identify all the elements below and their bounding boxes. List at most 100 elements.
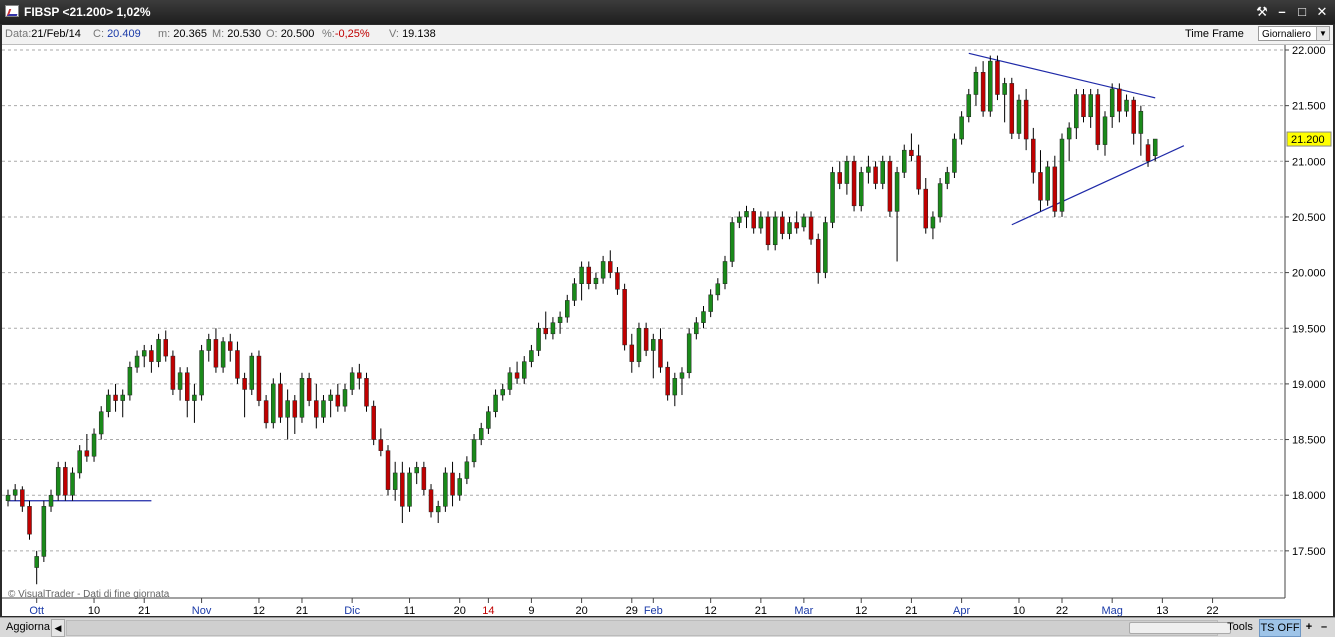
x-tick-label: 21	[755, 605, 767, 616]
maximize-icon[interactable]: □	[1293, 3, 1311, 21]
candle-body	[557, 316, 563, 323]
x-tick-label: 10	[88, 605, 100, 616]
candle-body	[1124, 99, 1129, 112]
candle-body	[220, 341, 226, 368]
x-tick-label: Nov	[192, 605, 212, 616]
candle-body	[77, 450, 82, 474]
y-tick-label: 22.000	[1292, 45, 1326, 57]
ts-off-button[interactable]: TS OFF	[1259, 619, 1301, 637]
candle-body	[722, 261, 728, 284]
candle-body	[945, 172, 950, 184]
candle-body	[873, 166, 878, 184]
candle-body	[543, 328, 548, 335]
tools-icon[interactable]: ⚒	[1253, 3, 1271, 21]
timeframe-value: Giornaliero	[1262, 29, 1311, 40]
candle-body	[5, 494, 11, 502]
candle-body	[787, 222, 792, 234]
min-field: m: 20.365	[158, 28, 207, 40]
candle-body	[866, 166, 871, 173]
chevron-down-icon[interactable]: ▼	[1316, 27, 1329, 40]
candle-body	[1038, 172, 1043, 201]
close-field: C: 20.409	[93, 28, 141, 40]
candle-body	[1066, 127, 1072, 140]
x-tick-label: Mag	[1101, 605, 1122, 616]
x-tick-label: 11	[404, 605, 415, 616]
candle-body	[213, 339, 219, 368]
candle-body	[507, 372, 513, 390]
x-tick-label: 20	[454, 605, 466, 616]
candle-body	[98, 411, 104, 435]
x-tick-label: 12	[855, 605, 867, 616]
zoom-in-button[interactable]: +	[1303, 619, 1315, 635]
candle-body	[737, 216, 742, 223]
candle-body	[521, 361, 527, 379]
candle-body	[995, 60, 1000, 95]
candle-body	[314, 400, 319, 418]
close-icon[interactable]: ✕	[1313, 3, 1331, 21]
candle-body	[170, 355, 176, 390]
candle-body	[1052, 166, 1058, 212]
minimize-icon[interactable]: –	[1273, 3, 1291, 21]
candle-body	[643, 328, 649, 351]
candle-body	[1009, 83, 1015, 134]
candle-body	[34, 556, 39, 568]
candle-body	[708, 294, 713, 312]
candle-body	[1131, 99, 1136, 134]
timeframe-select[interactable]: Giornaliero ▼	[1258, 26, 1330, 41]
candle-body	[701, 311, 706, 323]
x-tick-label: Apr	[953, 605, 970, 616]
candle-body	[378, 439, 384, 451]
date-field: Data:21/Feb/14	[5, 28, 81, 40]
candle-body	[1031, 138, 1036, 173]
candle-body	[1145, 144, 1151, 162]
tools-button[interactable]: Tools	[1225, 619, 1255, 635]
zoom-out-button[interactable]: –	[1318, 619, 1330, 635]
candle-body	[400, 472, 405, 507]
candle-body	[823, 222, 828, 273]
candle-body	[55, 467, 61, 496]
candle-body	[744, 211, 749, 218]
candle-body	[1152, 138, 1158, 156]
price-chart[interactable]: 22.000 21.500 21.000 20.500 20.000 19.500 19.0…	[2, 45, 1333, 616]
x-tick-label: 21	[296, 605, 308, 616]
candle-body	[636, 328, 642, 362]
candle-body	[342, 389, 348, 407]
candle-body	[364, 378, 369, 407]
candle-body	[500, 389, 505, 396]
aggiorna-button[interactable]: Aggiorna	[3, 619, 53, 635]
candle-body	[715, 283, 721, 296]
candle-body	[141, 350, 147, 357]
y-tick-label: 19.500	[1292, 323, 1326, 335]
candle-body	[163, 339, 168, 357]
candle-body	[651, 339, 656, 351]
watermark: © VisualTrader - Dati di fine giornata	[8, 589, 170, 600]
candle-body	[801, 216, 807, 228]
candle-body	[177, 372, 183, 390]
candle-body	[1081, 94, 1086, 118]
x-tick-label: 21	[905, 605, 917, 616]
candle-body	[909, 149, 914, 156]
candle-body	[529, 350, 534, 362]
candle-body	[464, 461, 470, 479]
candle-body	[615, 272, 620, 290]
candle-body	[493, 394, 498, 412]
candle-body	[887, 161, 893, 212]
candle-body	[199, 350, 204, 396]
scrollbar-thumb[interactable]	[1129, 622, 1231, 634]
chart-area[interactable]: 22.000 21.500 21.000 20.500 20.000 19.500 19.0…	[2, 45, 1333, 616]
candle-body	[1023, 99, 1029, 140]
candle-body	[349, 372, 355, 390]
candle-body	[758, 216, 764, 229]
candle-body	[91, 433, 97, 457]
candle-body	[263, 400, 269, 424]
candle-body	[299, 378, 305, 418]
horizontal-scrollbar[interactable]	[66, 620, 1231, 636]
candle-body	[443, 472, 448, 507]
chart-app-icon	[5, 5, 19, 17]
x-tick-label: Ott	[29, 605, 44, 616]
x-tick-label: 20	[575, 605, 587, 616]
y-tick-label: 17.500	[1292, 546, 1326, 558]
x-tick-label: Dic	[344, 605, 360, 616]
scroll-left-icon[interactable]: ◀	[51, 619, 65, 637]
candle-body	[156, 339, 161, 362]
